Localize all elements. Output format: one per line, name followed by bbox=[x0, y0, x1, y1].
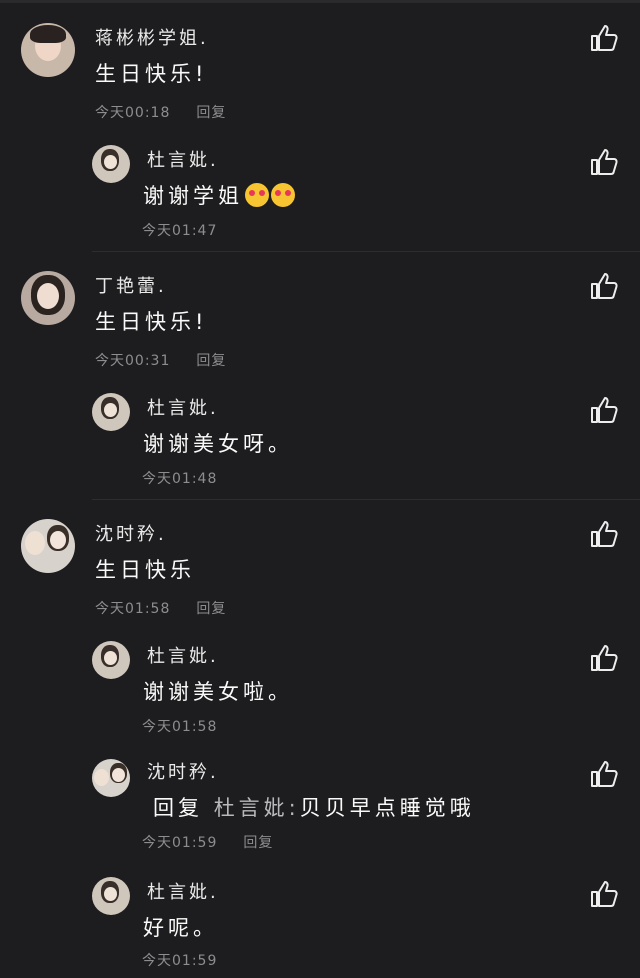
reply-text: 谢谢学姐 bbox=[143, 180, 295, 210]
comment-author[interactable]: 蒋彬彬学姐. bbox=[95, 24, 209, 50]
reply-prefix: 回复 bbox=[153, 796, 203, 820]
avatar[interactable] bbox=[21, 519, 75, 573]
comment-text: 生日快乐! bbox=[95, 310, 208, 334]
blushing-emoji-icon bbox=[245, 183, 269, 207]
mention-link[interactable]: 杜言妣: bbox=[214, 796, 300, 820]
comment-time: 今天00:31 bbox=[95, 353, 171, 369]
reply-author[interactable]: 杜言妣. bbox=[147, 146, 219, 172]
thumbs-up-icon[interactable] bbox=[588, 270, 620, 302]
blushing-emoji-icon bbox=[271, 183, 295, 207]
comment-item: 丁艳蕾. 生日快乐! 今天00:31 回复 杜言妣. 谢谢美女呀。 今天01:48 bbox=[0, 248, 640, 498]
comment-meta: 今天01:58 回复 bbox=[95, 598, 226, 618]
thumbs-up-icon[interactable] bbox=[588, 642, 620, 674]
thumbs-up-icon[interactable] bbox=[588, 394, 620, 426]
reply-text: 回复 杜言妣:贝贝早点睡觉哦 bbox=[153, 792, 475, 822]
comment-time: 今天00:18 bbox=[95, 105, 171, 121]
reply-author[interactable]: 杜言妣. bbox=[147, 878, 219, 904]
reply-text-content: 谢谢学姐 bbox=[143, 184, 243, 208]
avatar[interactable] bbox=[92, 641, 130, 679]
comment-meta: 今天00:31 回复 bbox=[95, 350, 226, 370]
reply-author[interactable]: 杜言妣. bbox=[147, 642, 219, 668]
thumbs-up-icon[interactable] bbox=[588, 758, 620, 790]
avatar[interactable] bbox=[92, 877, 130, 915]
reply-button[interactable]: 回复 bbox=[196, 353, 226, 369]
reply-time: 今天01:58 bbox=[142, 719, 218, 735]
reply-author[interactable]: 杜言妣. bbox=[147, 394, 219, 420]
comment-time: 今天01:58 bbox=[95, 601, 171, 617]
avatar[interactable] bbox=[92, 145, 130, 183]
comment-author[interactable]: 丁艳蕾. bbox=[95, 272, 167, 298]
comment-text: 生日快乐 bbox=[95, 558, 195, 582]
thumbs-up-icon[interactable] bbox=[588, 146, 620, 178]
reply-text: 谢谢美女啦。 bbox=[143, 680, 293, 704]
comment-item: 沈时矜. 生日快乐 今天01:58 回复 杜言妣. 谢谢美女啦。 今天01:58 … bbox=[0, 496, 640, 978]
comment-text: 生日快乐! bbox=[95, 62, 208, 86]
avatar[interactable] bbox=[21, 271, 75, 325]
reply-button[interactable]: 回复 bbox=[196, 105, 226, 121]
reply-time: 今天01:59 bbox=[142, 835, 218, 851]
reply-text: 谢谢美女呀。 bbox=[143, 432, 293, 456]
reply-meta: 今天01:59 回复 bbox=[142, 832, 273, 852]
avatar[interactable] bbox=[92, 393, 130, 431]
reply-text-content: 贝贝早点睡觉哦 bbox=[299, 796, 475, 820]
thumbs-up-icon[interactable] bbox=[588, 518, 620, 550]
comment-meta: 今天00:18 回复 bbox=[95, 102, 226, 122]
thumbs-up-icon[interactable] bbox=[588, 878, 620, 910]
reply-text: 好呢。 bbox=[143, 916, 218, 940]
comment-item: 蒋彬彬学姐. 生日快乐! 今天00:18 回复 杜言妣. 谢谢学姐 今天01:47 bbox=[0, 0, 640, 250]
reply-time: 今天01:48 bbox=[142, 471, 218, 487]
reply-author[interactable]: 沈时矜. bbox=[147, 758, 219, 784]
reply-time: 今天01:47 bbox=[142, 223, 218, 239]
reply-button[interactable]: 回复 bbox=[243, 835, 273, 851]
reply-button[interactable]: 回复 bbox=[196, 601, 226, 617]
thumbs-up-icon[interactable] bbox=[588, 22, 620, 54]
avatar[interactable] bbox=[21, 23, 75, 77]
avatar[interactable] bbox=[92, 759, 130, 797]
reply-time: 今天01:59 bbox=[142, 953, 218, 969]
comment-author[interactable]: 沈时矜. bbox=[95, 520, 167, 546]
